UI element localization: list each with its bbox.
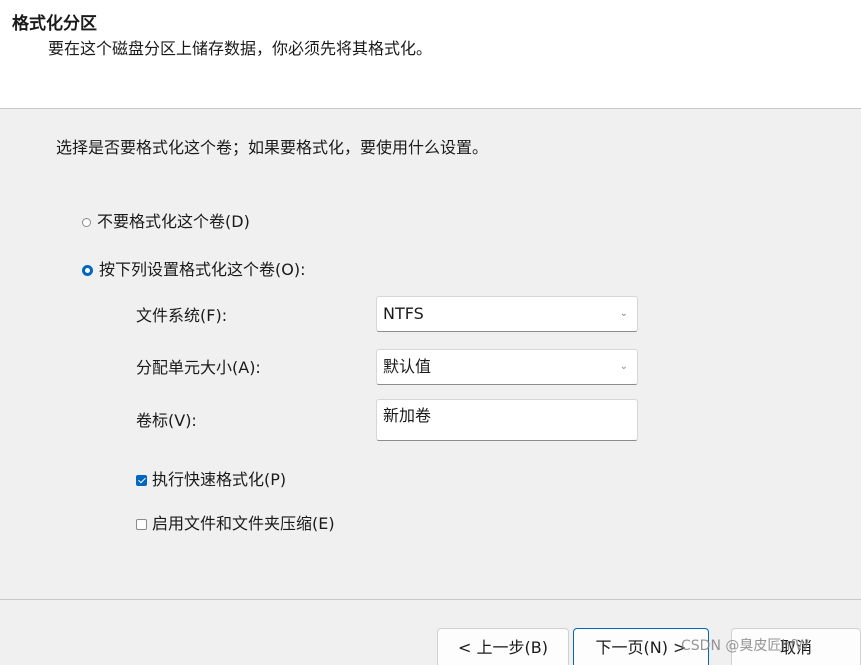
page-subtitle: 要在这个磁盘分区上储存数据，你必须先将其格式化。 xyxy=(48,39,433,58)
file-system-select[interactable]: NTFS ⌄ xyxy=(376,296,638,332)
back-button[interactable]: < 上一步(B) xyxy=(437,628,569,665)
file-system-label: 文件系统(F): xyxy=(136,306,228,325)
quick-format-label: 执行快速格式化(P) xyxy=(152,470,287,489)
chevron-down-icon: ⌄ xyxy=(619,308,628,319)
volume-label-label: 卷标(V): xyxy=(136,411,197,430)
format-radio-label: 按下列设置格式化这个卷(O): xyxy=(99,260,306,279)
volume-label-value: 新加卷 xyxy=(383,406,432,425)
format-radio-option[interactable]: 按下列设置格式化这个卷(O): xyxy=(82,259,305,281)
no-format-radio-label: 不要格式化这个卷(D) xyxy=(97,212,250,231)
allocation-size-label: 分配单元大小(A): xyxy=(136,358,261,377)
compression-option[interactable]: 启用文件和文件夹压缩(E) xyxy=(136,513,335,535)
chevron-down-icon: ⌄ xyxy=(619,361,628,372)
watermark: CSDN @臭皮匠hfW xyxy=(681,638,810,654)
page-title: 格式化分区 xyxy=(12,14,97,34)
quick-format-option[interactable]: 执行快速格式化(P) xyxy=(136,469,286,491)
compression-checkbox[interactable] xyxy=(136,518,147,530)
allocation-size-value: 默认值 xyxy=(383,357,432,376)
allocation-size-select[interactable]: 默认值 ⌄ xyxy=(376,349,638,385)
format-partition-wizard: 格式化分区 要在这个磁盘分区上储存数据，你必须先将其格式化。 选择是否要格式化这… xyxy=(0,0,861,665)
instruction-text: 选择是否要格式化这个卷；如果要格式化，要使用什么设置。 xyxy=(56,138,489,157)
no-format-radio[interactable] xyxy=(82,217,91,227)
wizard-body: 选择是否要格式化这个卷；如果要格式化，要使用什么设置。 不要格式化这个卷(D) … xyxy=(0,109,861,599)
format-radio[interactable] xyxy=(82,264,93,276)
wizard-footer: < 上一步(B) 下一页(N) > 取消 xyxy=(0,600,861,665)
volume-label-input[interactable]: 新加卷 xyxy=(376,399,638,441)
no-format-radio-option[interactable]: 不要格式化这个卷(D) xyxy=(82,211,250,233)
quick-format-checkbox[interactable] xyxy=(136,474,147,486)
wizard-header: 格式化分区 要在这个磁盘分区上储存数据，你必须先将其格式化。 xyxy=(0,0,861,108)
compression-label: 启用文件和文件夹压缩(E) xyxy=(152,514,335,533)
file-system-value: NTFS xyxy=(383,304,424,323)
